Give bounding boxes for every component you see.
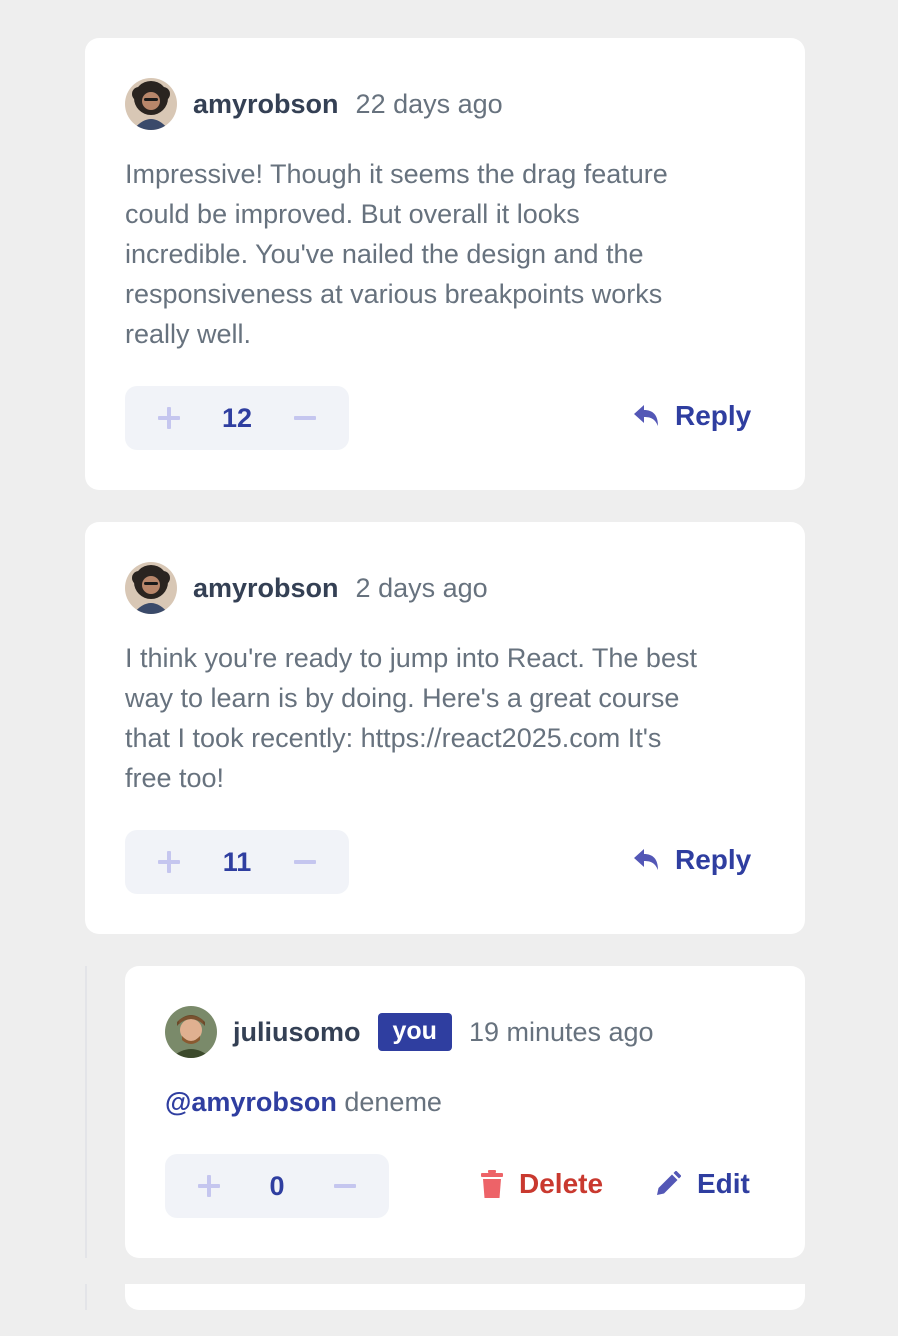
- trash-icon: [481, 1170, 503, 1198]
- reply-card: juliusomo you 19 minutes ago @amyrobson …: [125, 966, 805, 1258]
- timestamp: 2 days ago: [355, 572, 488, 603]
- comment-header: amyrobson 22 days ago: [125, 78, 503, 130]
- comment-line: incredible. You've nailed the design and…: [125, 239, 644, 269]
- upvote-button[interactable]: [157, 406, 181, 430]
- reply-button[interactable]: Reply: [633, 844, 751, 876]
- plus-icon: [158, 851, 180, 873]
- plus-icon: [158, 407, 180, 429]
- reply-text: deneme: [336, 1087, 442, 1117]
- upvote-button[interactable]: [197, 1174, 221, 1198]
- vote-widget: 12: [125, 386, 349, 450]
- thread-divider: [85, 966, 87, 1258]
- comment-header: juliusomo you 19 minutes ago: [165, 1006, 654, 1058]
- you-badge: you: [377, 1013, 452, 1051]
- avatar-amyrobson-image: [125, 562, 177, 614]
- downvote-button[interactable]: [333, 1174, 357, 1198]
- reply-icon: [633, 848, 659, 872]
- comment-text: Impressive! Though it seems the drag fea…: [125, 154, 668, 354]
- comment-line: free too!: [125, 763, 225, 793]
- edit-label: Edit: [697, 1168, 750, 1199]
- score: 11: [222, 846, 252, 877]
- vote-widget: 0: [165, 1154, 389, 1218]
- comment-line: responsiveness at various breakpoints wo…: [125, 279, 663, 309]
- comment-card: amyrobson 2 days ago I think you're read…: [85, 522, 805, 934]
- comment-card: amyrobson 22 days ago Impressive! Though…: [85, 38, 805, 490]
- comment-line: I think you're ready to jump into React.…: [125, 643, 697, 673]
- pencil-icon: [655, 1171, 681, 1197]
- reply-label: Reply: [675, 400, 752, 431]
- comments-page: amyrobson 22 days ago Impressive! Though…: [0, 0, 898, 1336]
- comment-line: really well.: [125, 319, 252, 349]
- comment-line: Impressive! Though it seems the drag fea…: [125, 159, 668, 189]
- upvote-button[interactable]: [157, 850, 181, 874]
- comment-line: way to learn is by doing. Here's a great…: [125, 683, 680, 713]
- minus-icon: [293, 416, 316, 420]
- reply-button[interactable]: Reply: [633, 400, 751, 432]
- avatar-juliusomo-image: [165, 1006, 217, 1058]
- downvote-button[interactable]: [293, 406, 317, 430]
- delete-button[interactable]: Delete: [481, 1168, 603, 1200]
- downvote-button[interactable]: [293, 850, 317, 874]
- comment-text: @amyrobson deneme: [165, 1082, 442, 1122]
- timestamp: 19 minutes ago: [468, 1016, 654, 1047]
- username[interactable]: amyrobson: [193, 89, 339, 120]
- mention[interactable]: @amyrobson: [165, 1087, 337, 1117]
- score: 0: [269, 1170, 285, 1201]
- comment-text: I think you're ready to jump into React.…: [125, 638, 697, 798]
- avatar[interactable]: [165, 1006, 217, 1058]
- avatar[interactable]: [125, 78, 177, 130]
- minus-icon: [334, 1184, 356, 1188]
- username[interactable]: amyrobson: [193, 573, 339, 604]
- comment-header: amyrobson 2 days ago: [125, 562, 488, 614]
- reply-icon: [633, 404, 659, 428]
- score: 12: [221, 402, 253, 433]
- reply-card-partial: [125, 1284, 805, 1310]
- comment-line: that I took recently: https://react2025.…: [125, 723, 662, 753]
- minus-icon: [293, 860, 316, 864]
- avatar-amyrobson-image: [125, 78, 177, 130]
- username[interactable]: juliusomo: [233, 1017, 361, 1048]
- edit-button[interactable]: Edit: [655, 1168, 750, 1200]
- avatar[interactable]: [125, 562, 177, 614]
- thread-divider: [85, 1284, 87, 1310]
- comment-line: could be improved. But overall it looks: [125, 199, 580, 229]
- reply-label: Reply: [675, 844, 752, 875]
- vote-widget: 11: [125, 830, 349, 894]
- timestamp: 22 days ago: [355, 88, 503, 119]
- delete-label: Delete: [519, 1168, 604, 1199]
- plus-icon: [198, 1175, 220, 1197]
